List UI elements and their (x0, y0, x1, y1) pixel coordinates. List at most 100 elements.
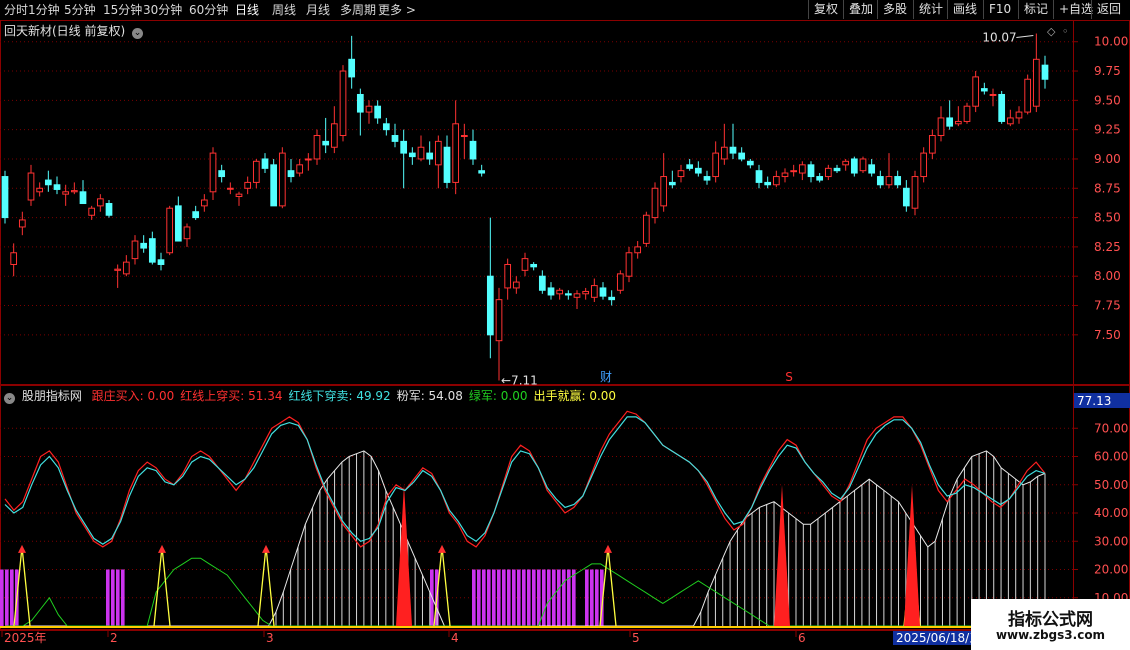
candle-body (495, 299, 503, 342)
candle-body (712, 152, 720, 178)
candle-body (668, 181, 676, 186)
candle-body (44, 179, 52, 186)
candle-body (980, 88, 988, 92)
candle-body (304, 158, 312, 161)
indicator-legend-item-1: 红线上穿买: 51.34 (180, 389, 283, 403)
magenta-bar (572, 569, 576, 626)
candle-body (426, 152, 434, 160)
candle-body (244, 181, 252, 189)
candle-body (356, 93, 364, 113)
magenta-bar (5, 569, 9, 626)
candle-body (876, 176, 884, 186)
chevron-down-icon[interactable]: ⌄ (4, 393, 15, 404)
candle-body (27, 172, 35, 201)
candle-body (651, 187, 659, 219)
magenta-bar (542, 569, 546, 626)
indicator-legend-item-0: 跟庄买入: 0.00 (91, 389, 175, 403)
candle-body (963, 105, 971, 122)
watermark-url: www.zbgs3.com (995, 628, 1106, 642)
candle-body (166, 207, 174, 254)
indicator-title-bar: ⌄ 股朋指标网 跟庄买入: 0.00 红线上穿买: 51.34 红线下穿卖: 49.… (4, 387, 616, 404)
white-stripes (275, 450, 1046, 626)
chevron-down-icon[interactable]: ⌄ (132, 28, 144, 39)
candle-body (174, 205, 182, 242)
indicator-legend-item-5: 出手就赢: 0.00 (533, 389, 617, 403)
magenta-bar (595, 569, 599, 626)
candle-body (781, 172, 789, 178)
candle-body (902, 187, 910, 207)
watermark: 指标公式网 www.zbgs3.com (971, 599, 1130, 650)
candle-body (1006, 117, 1014, 125)
magenta-bar (477, 569, 481, 626)
candle-body (590, 285, 598, 298)
candle-body (573, 293, 581, 298)
x-axis-label: 6 (798, 631, 806, 645)
magenta-bar (472, 569, 476, 626)
candle-body (322, 140, 330, 146)
candle-body (937, 117, 945, 137)
x-axis-label: 2025年 (4, 631, 47, 645)
candle-body (911, 176, 919, 209)
magenta-bar (590, 569, 594, 626)
candle-body (105, 203, 113, 216)
candle-body (746, 160, 754, 166)
cursor-date-label: 2025/06/18/三 (896, 631, 981, 645)
candle-body (252, 160, 260, 183)
candle-body (287, 170, 295, 178)
candle-body (521, 258, 529, 271)
candle-body (114, 268, 122, 271)
current-value-label: 77.13 (1077, 394, 1111, 408)
magenta-bar (497, 569, 501, 626)
indicator-legend-item-2: 红线下穿卖: 49.92 (288, 389, 391, 403)
x-axis-label: 5 (632, 631, 640, 645)
candle-body (720, 146, 728, 160)
red-arrow-icon (604, 544, 612, 553)
candle-body (998, 93, 1006, 122)
magenta-bar (517, 569, 521, 626)
candle-body (538, 275, 546, 291)
magenta-bar (547, 569, 551, 626)
candle-body (339, 70, 347, 137)
magenta-bar (106, 569, 110, 626)
candle-body (18, 219, 26, 228)
candle-body (62, 191, 70, 195)
candle-body (140, 242, 148, 249)
red-spike (904, 484, 920, 626)
indicator-legend: 跟庄买入: 0.00 红线上穿买: 51.34 红线下穿卖: 49.92 粉军: 54… (86, 389, 616, 403)
candle-body (36, 187, 44, 193)
candle-body (478, 170, 486, 174)
indicator-tick-label: 70.00 (1094, 421, 1128, 435)
candle-body (348, 58, 356, 78)
candle-body (261, 158, 269, 169)
price-tick-label: 7.50 (1094, 328, 1121, 342)
magenta-bar (522, 569, 526, 626)
x-axis-label: 4 (451, 631, 459, 645)
candle-body (79, 191, 87, 205)
candle-body (235, 193, 243, 197)
candle-body (556, 289, 564, 295)
main-panel-frame (0, 20, 1130, 385)
candle-body (131, 240, 139, 260)
candle-body (599, 287, 607, 297)
candle-body (10, 252, 18, 265)
candle-body (434, 140, 442, 166)
candle-body (218, 170, 226, 178)
main-chart-title: 回天新材(日线 前复权) ⌄ (4, 22, 144, 39)
red-line (4, 410, 1046, 548)
candle-body (798, 164, 806, 174)
candle-body (486, 275, 494, 336)
low-price-label: ←7.11 (501, 374, 538, 388)
candle-body (1032, 58, 1040, 107)
candle-body (1041, 64, 1049, 80)
magenta-bar (527, 569, 531, 626)
price-tick-label: 8.75 (1094, 181, 1121, 195)
price-tick-label: 8.50 (1094, 211, 1121, 225)
yellow-spike (153, 546, 171, 627)
candle-body (660, 176, 668, 207)
red-spike (396, 484, 412, 626)
red-arrow-icon (158, 544, 166, 553)
candle-body (209, 152, 217, 193)
magenta-bar (10, 569, 14, 626)
candle-body (842, 160, 850, 166)
magenta-bar (121, 569, 125, 626)
